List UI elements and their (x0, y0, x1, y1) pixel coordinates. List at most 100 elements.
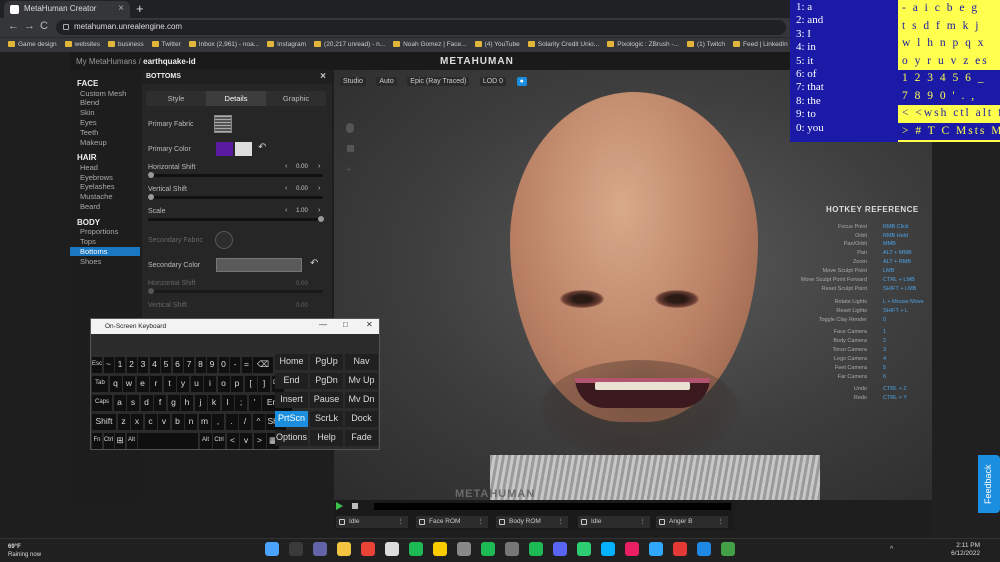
bookmark-item[interactable]: business (107, 41, 144, 48)
osk-key[interactable]: , (212, 414, 224, 430)
breadcrumb[interactable]: My MetaHumans / earthquake-id (76, 57, 196, 66)
spotify-icon[interactable] (481, 542, 495, 556)
osk-key[interactable]: f (154, 395, 166, 411)
osk-key[interactable]: ^ (252, 414, 265, 430)
osk-key[interactable]: k (208, 395, 220, 411)
reload-icon[interactable]: C (40, 20, 48, 32)
osk-key[interactable]: g (167, 395, 180, 411)
osk-key[interactable]: v (158, 414, 170, 430)
sidebar-item-tops[interactable]: Tops (80, 237, 96, 246)
chrome-icon[interactable] (361, 542, 375, 556)
bookmark-item[interactable]: (20,217 unread) - n... (314, 41, 385, 48)
more-options-icon[interactable]: ⋮ (640, 517, 647, 525)
bookmark-item[interactable]: Solarity Credit Unio... (527, 41, 599, 48)
osk-key[interactable]: ' (248, 395, 261, 411)
osk-key[interactable]: 3 (138, 357, 148, 373)
tab-style[interactable]: Style (146, 91, 206, 106)
animation-track[interactable]: Anger B ⋮ (656, 516, 728, 528)
osk-title-bar[interactable]: On-Screen Keyboard — □ ✕ (91, 319, 379, 334)
osk-key[interactable]: s (127, 395, 139, 411)
weather-widget[interactable]: 69°F Raining now (8, 543, 41, 559)
osk-key[interactable]: ⌫ (253, 357, 273, 373)
horizontal-shift-value[interactable]: 0.00 (283, 164, 321, 170)
osk-key[interactable]: ; (235, 395, 247, 411)
windows-start-icon[interactable] (265, 542, 279, 556)
bookmark-item[interactable]: (1) Twitch (686, 41, 725, 48)
osk-key[interactable]: 2 (126, 357, 137, 373)
bookmark-item[interactable]: websites (64, 41, 100, 48)
app-icon[interactable] (697, 542, 711, 556)
play-icon[interactable] (336, 502, 343, 510)
osk-fn-key[interactable]: PgUp (310, 354, 343, 370)
bookmark-item[interactable]: (4) YouTube (474, 41, 520, 48)
vertical-shift-slider[interactable] (148, 194, 323, 200)
osk-key[interactable]: [ (244, 376, 257, 392)
animation-track[interactable]: Body ROM ⋮ (496, 516, 568, 528)
key-grid-row[interactable]: t s d f m k j (898, 18, 1000, 36)
forward-arrow-icon[interactable]: → (24, 20, 35, 32)
osk-fn-key[interactable]: ScrLk (310, 411, 343, 427)
osk-key[interactable]: z (117, 414, 130, 430)
discord-icon[interactable] (553, 542, 567, 556)
crosshair-icon[interactable]: + (346, 165, 352, 176)
osk-key[interactable]: Ctrl (103, 433, 114, 449)
tab-graphic[interactable]: Graphic (266, 91, 326, 106)
stepper-right-icon[interactable]: › (318, 207, 320, 214)
osk-fn-key[interactable]: Mv Dn (345, 392, 378, 408)
app-icon[interactable] (433, 542, 447, 556)
new-tab-button[interactable]: + (136, 1, 144, 16)
prediction-word[interactable]: 3: I (796, 28, 824, 41)
osk-key[interactable]: 7 (184, 357, 194, 373)
osk-key[interactable]: n (185, 414, 197, 430)
prediction-word[interactable]: 9: to (796, 108, 824, 121)
stop-icon[interactable] (352, 503, 358, 509)
osk-key[interactable]: a (113, 395, 126, 411)
sidebar-item-makeup[interactable]: Makeup (80, 138, 107, 147)
studio-button[interactable]: Studio (340, 77, 366, 86)
osk-key[interactable]: 6 (172, 357, 183, 373)
osk-key[interactable]: Esc (92, 357, 102, 373)
osk-key[interactable]: r (150, 376, 162, 392)
osk-key[interactable]: o (217, 376, 230, 392)
osk-key[interactable] (138, 433, 198, 449)
sidebar-item-bottoms[interactable]: Bottoms (70, 246, 140, 256)
prediction-word[interactable]: 5: it (796, 55, 824, 68)
app-icon[interactable] (385, 542, 399, 556)
osk-key[interactable]: w (123, 376, 135, 392)
lod-button[interactable]: LOD 0 (479, 77, 507, 86)
sidebar-item-head[interactable]: Head (80, 163, 98, 172)
prediction-word[interactable]: 0: you (796, 122, 824, 135)
key-grid-row[interactable]: 1 2 3 4 5 6 _ (898, 70, 1000, 88)
xbox-icon[interactable] (577, 542, 591, 556)
osk-key[interactable]: c (144, 414, 157, 430)
lock-icon[interactable] (347, 145, 354, 152)
breadcrumb-root[interactable]: My MetaHumans / (76, 57, 141, 66)
browser-tab[interactable]: MetaHuman Creator × (4, 1, 130, 18)
animation-track[interactable]: Face ROM ⋮ (416, 516, 488, 528)
app-icon[interactable] (409, 542, 423, 556)
feedback-button[interactable]: Feedback (978, 455, 1000, 513)
sidebar-item-eyelashes[interactable]: Eyelashes (80, 182, 115, 191)
osk-key[interactable]: q (109, 376, 122, 392)
app-icon[interactable] (625, 542, 639, 556)
close-panel-icon[interactable]: × (320, 71, 326, 82)
osk-key[interactable]: v (240, 433, 252, 449)
osk-key[interactable]: ~ (103, 357, 114, 373)
tray-chevron-icon[interactable]: ^ (890, 546, 893, 553)
more-options-icon[interactable]: ⋮ (398, 517, 405, 525)
app-icon[interactable] (721, 542, 735, 556)
osk-fn-key[interactable]: PrtScn (275, 411, 308, 427)
app-icon[interactable] (457, 542, 471, 556)
horizontal-shift-slider[interactable] (148, 172, 323, 178)
vertical-shift-value[interactable]: 0.00 (283, 186, 321, 192)
more-options-icon[interactable]: ⋮ (478, 517, 485, 525)
osk-key[interactable]: > (253, 433, 266, 449)
render-quality-button[interactable]: Epic (Ray Traced) (407, 77, 470, 86)
sidebar-item-beard[interactable]: Beard (80, 202, 100, 211)
primary-color-swatch-secondary[interactable] (235, 142, 252, 156)
auto-button[interactable]: Auto (376, 77, 397, 86)
osk-fn-key[interactable]: Nav (345, 354, 378, 370)
osk-key[interactable]: e (136, 376, 149, 392)
animation-track[interactable]: Idle ⋮ (336, 516, 408, 528)
bookmark-item[interactable]: Game design (8, 41, 57, 48)
